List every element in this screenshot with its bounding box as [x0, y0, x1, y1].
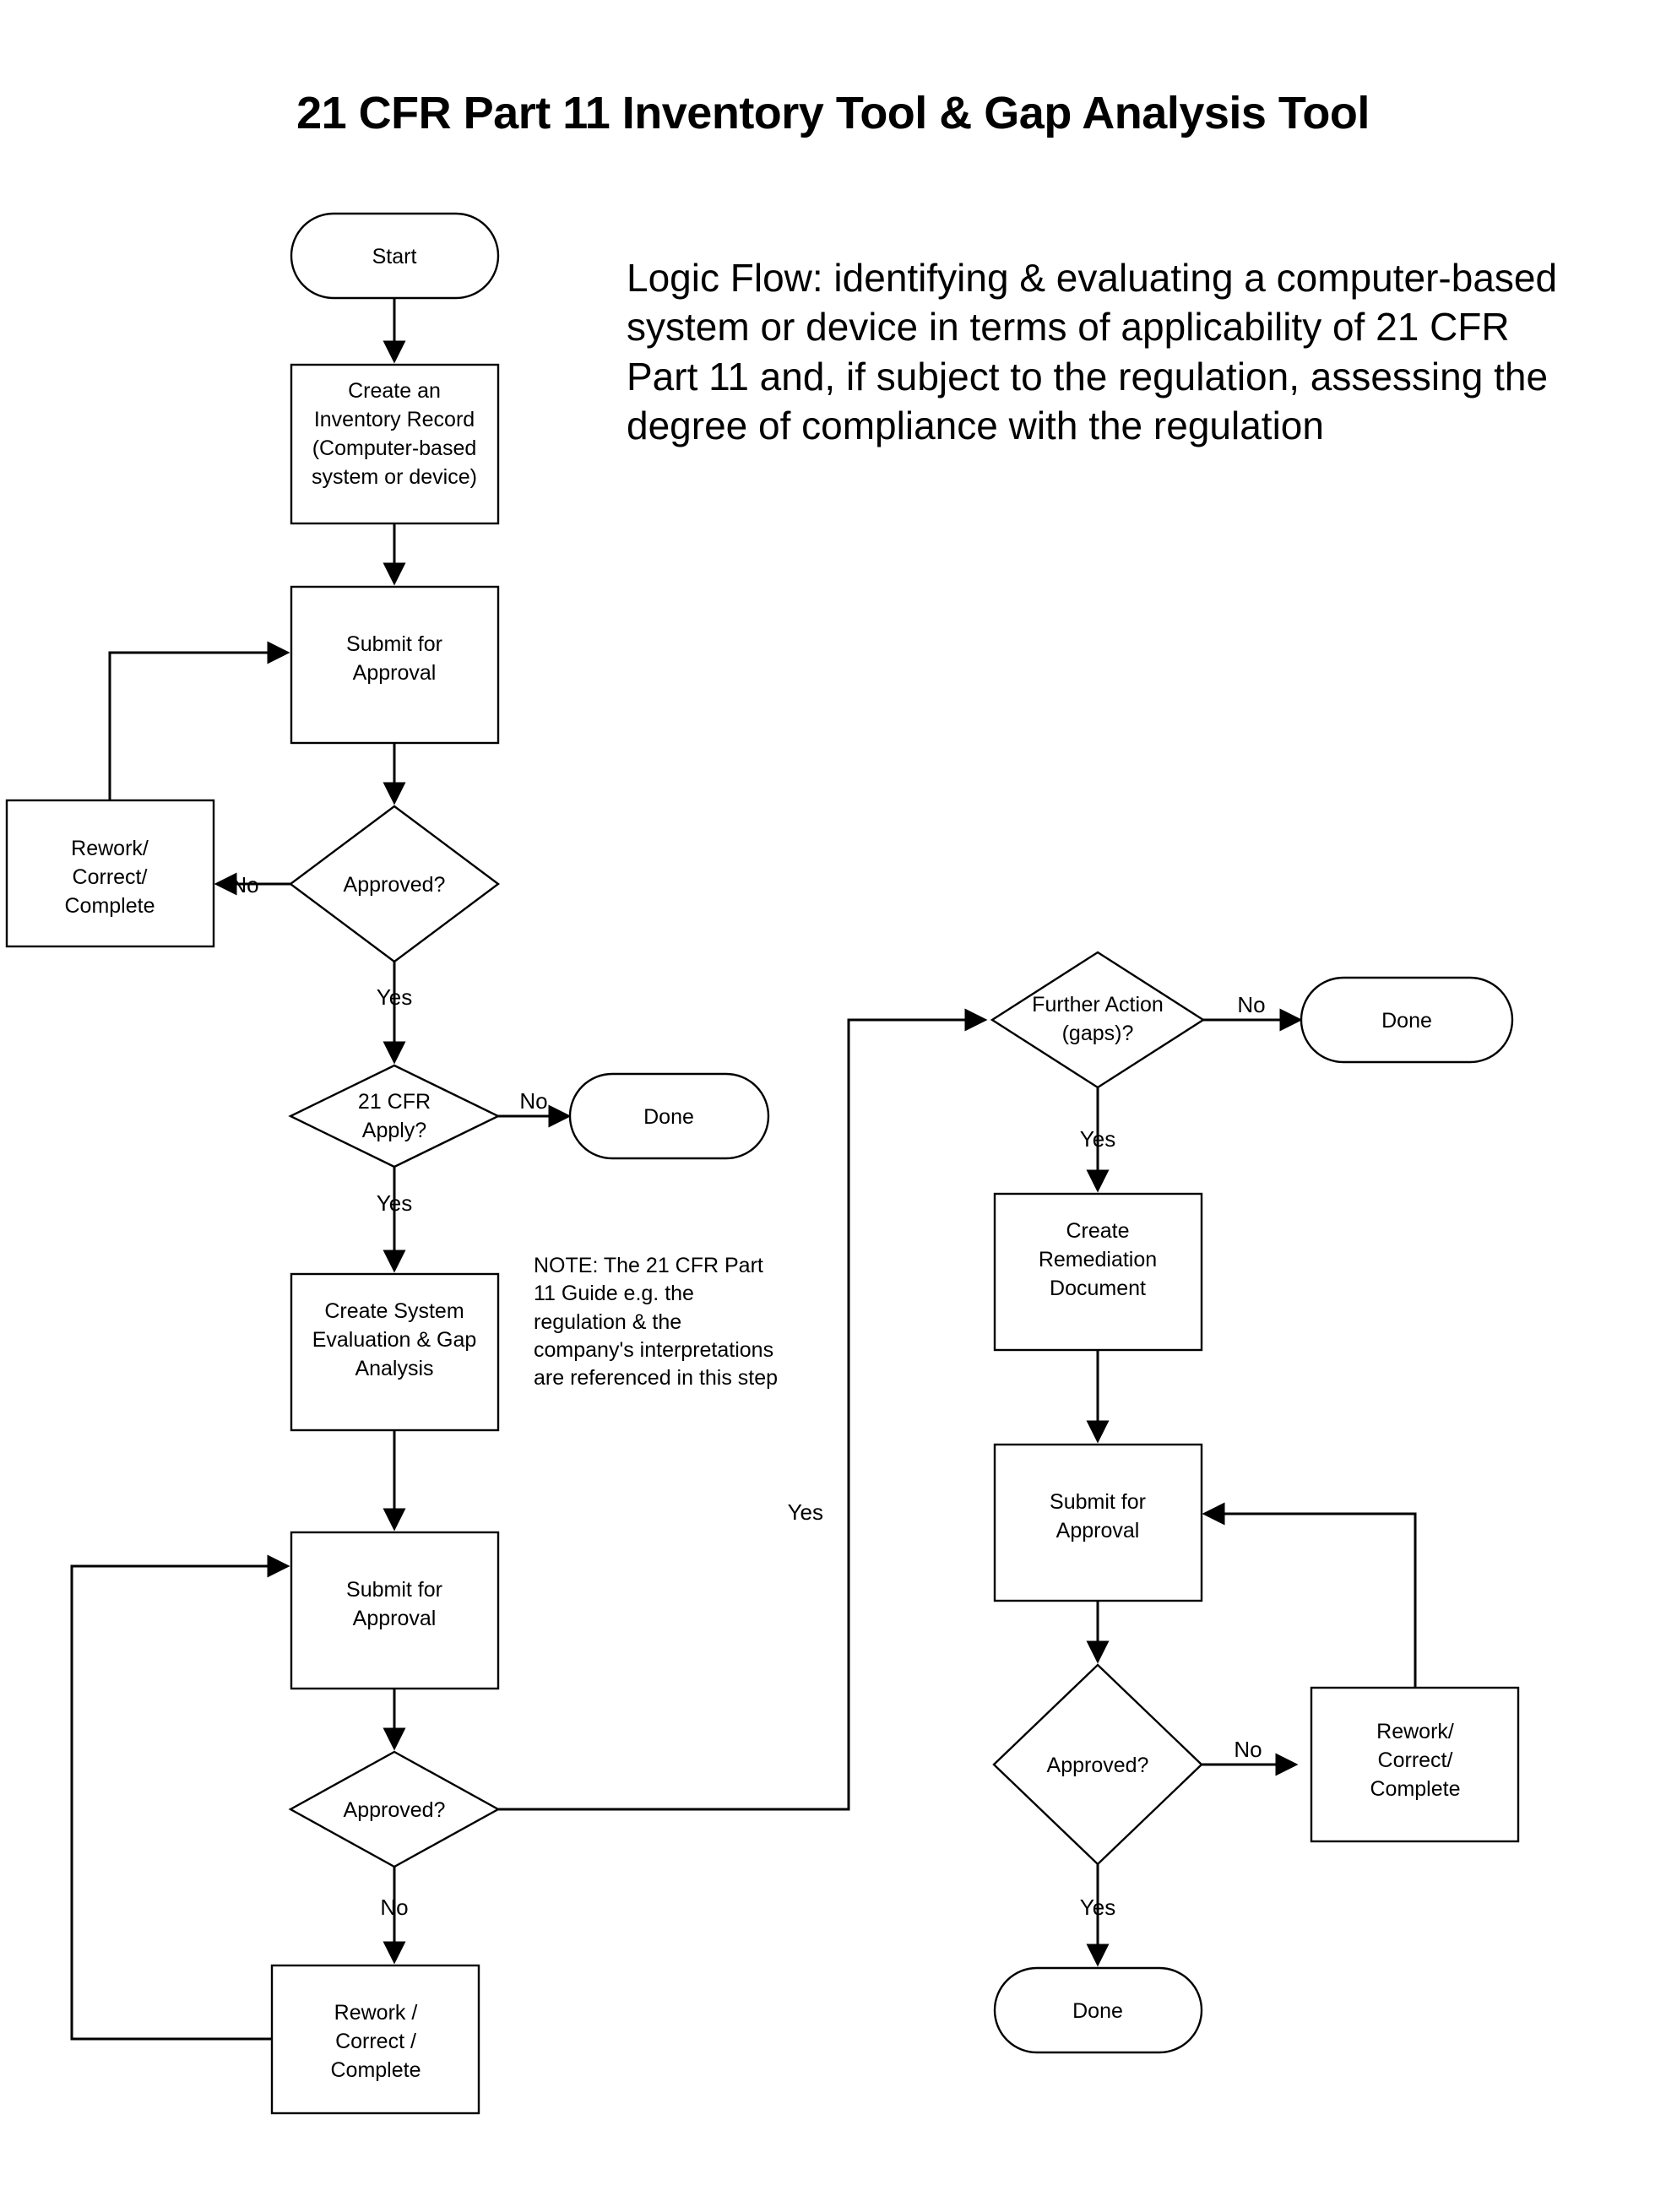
node-approved-2[interactable]: Approved? — [288, 1750, 501, 1868]
edge-label-cfr-apply-no: No — [519, 1088, 547, 1114]
edge-rework-1-to-submit-1 — [108, 641, 290, 800]
edge-label-approved-1-yes: Yes — [377, 984, 412, 1010]
node-submit-1-line1: Submit for — [346, 632, 442, 656]
node-start[interactable]: Start — [290, 212, 500, 300]
node-create-inventory-line1: Create an — [348, 379, 441, 403]
node-rework-3-line3: Complete — [1370, 1777, 1461, 1801]
node-create-evaluation-line1: Create System — [324, 1299, 464, 1323]
node-create-inventory[interactable]: Create an Inventory Record (Computer-bas… — [290, 363, 500, 525]
edge-label-further-action-yes: Yes — [1080, 1126, 1115, 1152]
node-submit-approval-3[interactable]: Submit for Approval — [993, 1443, 1203, 1602]
node-cfr-apply-line2: Apply? — [362, 1119, 426, 1142]
node-rework-1-line3: Complete — [65, 894, 155, 918]
node-done-1[interactable]: Done — [568, 1072, 770, 1160]
node-done-2[interactable]: Done — [1300, 976, 1514, 1064]
edge-label-approved-3-yes: Yes — [1080, 1895, 1115, 1920]
node-create-remediation[interactable]: Create Remediation Document — [993, 1192, 1203, 1352]
node-further-action[interactable]: Further Action (gaps)? — [990, 951, 1206, 1089]
node-further-action-line1: Further Action — [1032, 993, 1164, 1017]
node-approved-1-label: Approved? — [344, 873, 446, 897]
node-cfr-apply[interactable]: 21 CFR Apply? — [288, 1064, 501, 1168]
node-rework-1[interactable]: Rework/ Correct/ Complete — [5, 799, 215, 948]
edge-rework-3-to-submit-3 — [1202, 1502, 1417, 1688]
node-create-evaluation-line3: Analysis — [355, 1357, 433, 1380]
node-approved-1[interactable]: Approved? — [288, 805, 501, 963]
node-approved-2-label: Approved? — [344, 1798, 446, 1822]
edge-label-approved-2-yes: Yes — [788, 1499, 823, 1525]
edge-label-approved-2-no: No — [380, 1895, 408, 1920]
node-create-evaluation[interactable]: Create System Evaluation & Gap Analysis — [290, 1272, 500, 1432]
node-rework-3-line1: Rework/ — [1376, 1720, 1454, 1743]
node-approved-3[interactable]: Approved? — [992, 1663, 1203, 1866]
node-submit-2-line2: Approval — [353, 1607, 437, 1630]
node-rework-3[interactable]: Rework/ Correct/ Complete — [1310, 1686, 1520, 1843]
node-submit-3-line1: Submit for — [1050, 1490, 1146, 1514]
node-create-inventory-line4: system or device) — [312, 465, 477, 489]
edge-label-approved-1-no: No — [231, 872, 258, 897]
node-rework-1-line1: Rework/ — [71, 837, 149, 860]
node-rework-2[interactable]: Rework / Correct / Complete — [270, 1964, 480, 2115]
node-done-2-label: Done — [1381, 1009, 1432, 1033]
node-create-remediation-line3: Document — [1050, 1277, 1146, 1300]
node-submit-1-line2: Approval — [353, 661, 437, 685]
node-create-evaluation-line2: Evaluation & Gap — [312, 1328, 477, 1352]
flowchart-page: 21 CFR Part 11 Inventory Tool & Gap Anal… — [0, 0, 1666, 2212]
node-done-1-label: Done — [643, 1105, 694, 1129]
node-create-remediation-line2: Remediation — [1039, 1248, 1157, 1271]
node-start-label: Start — [372, 245, 417, 268]
flowchart-canvas: Start Create an Inventory Record (Comput… — [5, 212, 1520, 2115]
node-approved-3-label: Approved? — [1047, 1754, 1149, 1777]
node-rework-2-line2: Correct / — [335, 2030, 416, 2053]
node-submit-2-line1: Submit for — [346, 1578, 442, 1602]
node-create-inventory-line3: (Computer-based — [312, 436, 477, 460]
node-further-action-line2: (gaps)? — [1062, 1022, 1134, 1045]
node-create-remediation-line1: Create — [1066, 1219, 1129, 1243]
edge-label-approved-3-no: No — [1234, 1737, 1262, 1762]
node-rework-1-line2: Correct/ — [73, 865, 148, 889]
node-create-inventory-line2: Inventory Record — [314, 408, 475, 431]
node-rework-3-line2: Correct/ — [1378, 1748, 1453, 1772]
node-submit-approval-2[interactable]: Submit for Approval — [290, 1531, 500, 1690]
node-rework-2-line1: Rework / — [334, 2001, 418, 2025]
edge-label-further-action-no: No — [1237, 992, 1265, 1017]
node-submit-approval-1[interactable]: Submit for Approval — [290, 585, 500, 745]
node-submit-3-line2: Approval — [1056, 1519, 1140, 1542]
node-rework-2-line3: Complete — [331, 2058, 421, 2082]
edge-rework-2-to-submit-2 — [70, 1554, 290, 2041]
node-done-3-label: Done — [1072, 1999, 1123, 2023]
edge-label-cfr-apply-yes: Yes — [377, 1190, 412, 1216]
node-cfr-apply-line1: 21 CFR — [358, 1090, 431, 1114]
node-done-3[interactable]: Done — [993, 1966, 1203, 2054]
